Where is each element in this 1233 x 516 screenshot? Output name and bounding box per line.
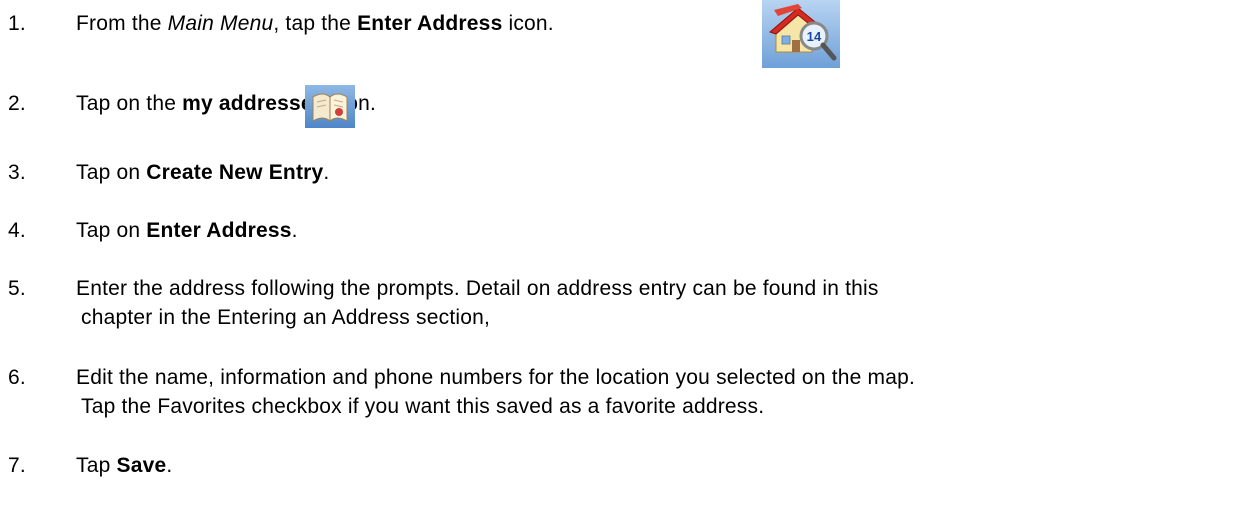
step-text-line-1: Enter the address following the prompts.…	[76, 277, 879, 300]
step-text: From the Main Menu, tap the Enter Addres…	[76, 12, 554, 35]
icon-badge: 14	[807, 29, 822, 44]
menu-name: Main Menu	[167, 12, 274, 35]
enter-address-label: Enter Address	[146, 219, 292, 242]
step-number: 3.	[8, 161, 26, 184]
step-number: 5.	[8, 277, 26, 300]
step-text-line-2: Tap the Favorites checkbox if you want t…	[81, 395, 765, 418]
step-number: 7.	[8, 454, 26, 477]
step-number: 2.	[8, 92, 26, 115]
my-addresses-icon	[305, 85, 355, 128]
save-label: Save	[116, 454, 167, 477]
step-text: Tap Save.	[76, 454, 173, 477]
my-addresses-label: my addresses	[182, 92, 325, 115]
step-number: 4.	[8, 219, 26, 242]
step-text: Tap on Enter Address.	[76, 219, 298, 242]
step-number: 6.	[8, 366, 26, 389]
step-number: 1.	[8, 12, 26, 35]
enter-address-label: Enter Address	[357, 12, 503, 35]
enter-address-icon: 14	[762, 0, 840, 68]
create-new-entry-label: Create New Entry	[146, 161, 324, 184]
step-text: Tap on Create New Entry.	[76, 161, 330, 184]
step-text-line-1: Edit the name, information and phone num…	[76, 366, 916, 389]
step-text-line-2: chapter in the Entering an Address secti…	[81, 306, 491, 329]
